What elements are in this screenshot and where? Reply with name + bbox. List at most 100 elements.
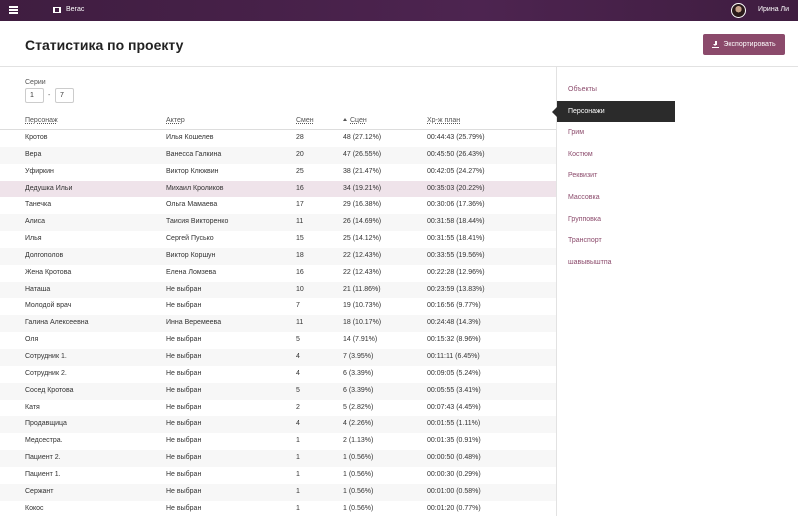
project-name[interactable]: Вегас (66, 6, 84, 13)
table-row[interactable]: Пациент 2. Не выбран 1 1 (0.56%) 00:00:50 (0… (0, 450, 556, 467)
cell-shifts: 10 (296, 285, 304, 293)
cell-timing: 00:11:11 (6.45%) (427, 352, 480, 360)
sidebar: Объекты Персонажи Грим Костюм Реквизит Массов… (552, 67, 798, 516)
cell-actor: Елена Ломзева (166, 268, 217, 276)
table-row[interactable]: Наташа Не выбран 10 21 (11.86%) 00:23:59 (13… (0, 281, 556, 299)
table-row[interactable]: Сотрудник 2. Не выбран 4 6 (3.39%) 00:09:05 … (0, 366, 556, 383)
table-row[interactable]: Продавщица Не выбран 4 4 (2.26%) 00:01:55 (1… (0, 416, 556, 434)
table-row[interactable]: Оля Не выбран 5 14 (7.91%) 00:15:32 (8.96%) (0, 332, 556, 349)
cell-shifts: 7 (296, 302, 300, 310)
sidebar-item-3[interactable]: Костюм (557, 144, 798, 166)
sidebar-item-7[interactable]: Транспорт (557, 230, 798, 252)
table-row[interactable]: Сотрудник 1. Не выбран 4 7 (3.95%) 00:11:11 … (0, 348, 556, 366)
cell-character: Илья (25, 235, 42, 243)
sidebar-item-8[interactable]: шавывыштпа (557, 252, 798, 274)
cell-actor: Виктор Клюквин (166, 167, 219, 175)
cell-shifts: 1 (296, 487, 300, 495)
cell-shifts: 1 (296, 454, 300, 462)
cell-character: Жена Кротова (25, 268, 72, 276)
cell-timing: 00:05:55 (3.41%) (427, 386, 481, 394)
sidebar-item-5[interactable]: Массовка (557, 187, 798, 209)
cell-actor: Сергей Пусько (166, 235, 214, 243)
cell-shifts: 18 (296, 251, 304, 259)
cell-character: Дедушка Ильи (25, 184, 73, 192)
table-row[interactable]: Кокос Не выбран 1 1 (0.56%) 00:01:20 (0.77%) (0, 501, 556, 516)
export-button-label: Экспортировать (723, 41, 776, 48)
cell-scenes: 47 (26.55%) (343, 150, 382, 158)
table-row[interactable]: Танечка Ольга Мамаева 17 29 (16.38%) 00:30:0… (0, 197, 556, 214)
column-header-timing[interactable]: Хр-ж план (427, 117, 460, 124)
user-avatar[interactable] (731, 3, 746, 18)
user-name[interactable]: Ирина Ли (758, 6, 789, 13)
table-row[interactable]: Долгополов Виктор Коршун 18 22 (12.43%) 00:3… (0, 247, 556, 265)
cell-actor: Не выбран (166, 403, 202, 411)
cell-shifts: 1 (296, 504, 300, 512)
cell-scenes: 14 (7.91%) (343, 336, 378, 344)
series-from-input[interactable]: 1 (25, 88, 44, 103)
cell-character: Сосед Кротова (25, 386, 74, 394)
cell-shifts: 5 (296, 386, 300, 394)
sidebar-item-1[interactable]: Персонажи (552, 100, 675, 123)
cell-actor: Не выбран (166, 352, 202, 360)
cell-scenes: 19 (10.73%) (343, 302, 382, 310)
cell-shifts: 28 (296, 134, 304, 141)
export-button[interactable]: Экспортировать (703, 34, 785, 55)
cell-actor: Не выбран (166, 487, 202, 495)
table-row[interactable]: Сосед Кротова Не выбран 5 6 (3.39%) 00:05:55… (0, 382, 556, 400)
cell-timing: 00:01:00 (0.58%) (427, 487, 481, 495)
sidebar-item-6[interactable]: Групповка (557, 209, 798, 231)
cell-scenes: 7 (3.95%) (343, 352, 374, 360)
sidebar-item-4[interactable]: Реквизит (557, 165, 798, 187)
cell-actor: Ванесса Галкина (166, 150, 222, 158)
cell-scenes: 4 (2.26%) (343, 420, 374, 428)
sidebar-nav: Объекты Персонажи Грим Костюм Реквизит Массов… (552, 79, 798, 274)
table-row[interactable]: Кротов Илья Кошелев 28 48 (27.12%) 00:44:43 … (0, 130, 556, 147)
cell-scenes: 48 (27.12%) (343, 134, 382, 141)
sidebar-item-0[interactable]: Объекты (557, 79, 798, 101)
table-row[interactable]: Жена Кротова Елена Ломзева 16 22 (12.43%) 00… (0, 265, 556, 282)
table-row[interactable]: Молодой врач Не выбран 7 19 (10.73%) 00:16:5… (0, 298, 556, 315)
cell-scenes: 6 (3.39%) (343, 386, 374, 394)
cell-character: Вера (25, 150, 42, 158)
cell-character: Танечка (25, 201, 52, 209)
series-separator: - (48, 92, 51, 99)
cell-actor: Не выбран (166, 336, 202, 344)
series-to-input[interactable]: 7 (55, 88, 74, 103)
cell-scenes: 22 (12.43%) (343, 268, 382, 276)
download-icon (712, 41, 720, 49)
table-row[interactable]: Уфиркин Виктор Клюквин 25 38 (21.47%) 00:42:… (0, 164, 556, 181)
table-row[interactable]: Алиса Таисия Викторенко 11 26 (14.69%) 00:31… (0, 214, 556, 232)
cell-scenes: 26 (14.69%) (343, 218, 382, 226)
menu-icon[interactable] (9, 6, 18, 14)
table-row[interactable]: Медсестра. Не выбран 1 2 (1.13%) 00:01:35 (0… (0, 433, 556, 450)
cell-character: Сотрудник 1. (25, 352, 67, 360)
cell-character: Молодой врач (25, 302, 72, 310)
cell-shifts: 11 (296, 319, 304, 327)
cell-actor: Не выбран (166, 369, 202, 377)
table-row[interactable]: Вера Ванесса Галкина 20 47 (26.55%) 00:45:50… (0, 146, 556, 164)
column-header-character[interactable]: Персонаж (25, 117, 58, 124)
cell-scenes: 22 (12.43%) (343, 251, 382, 259)
table-row[interactable]: Галина Алексеевна Инна Веремеева 11 18 (10.… (0, 315, 556, 333)
cell-actor: Не выбран (166, 437, 202, 445)
cell-timing: 00:07:43 (4.45%) (427, 403, 481, 411)
column-header-scenes[interactable]: Сцен (343, 117, 367, 124)
cell-actor: Илья Кошелев (166, 134, 214, 141)
column-header-actor[interactable]: Актер (166, 117, 185, 124)
cell-scenes: 5 (2.82%) (343, 403, 374, 411)
series-label: Серии (25, 79, 46, 86)
table-row[interactable]: Пациент 1. Не выбран 1 1 (0.56%) 00:00:30 (0… (0, 467, 556, 484)
cell-character: Алиса (25, 218, 46, 226)
table-row[interactable]: Катя Не выбран 2 5 (2.82%) 00:07:43 (4.45%) (0, 400, 556, 417)
cell-timing: 00:30:06 (17.36%) (427, 201, 485, 209)
table-row[interactable]: Илья Сергей Пусько 15 25 (14.12%) 00:31:55 (… (0, 231, 556, 248)
table-row[interactable]: Сержант Не выбран 1 1 (0.56%) 00:01:00 (0.58… (0, 483, 556, 501)
cell-timing: 00:00:50 (0.48%) (427, 454, 481, 462)
cell-character: Продавщица (25, 420, 67, 428)
table-row[interactable]: Дедушка Ильи Михаил Кроликов 16 34 (19.21%)… (0, 180, 556, 198)
cell-timing: 00:01:55 (1.11%) (427, 420, 481, 428)
sidebar-item-2[interactable]: Грим (557, 122, 798, 144)
cell-shifts: 11 (296, 218, 304, 226)
cell-timing: 00:23:59 (13.83%) (427, 285, 485, 293)
column-header-shifts[interactable]: Смен (296, 117, 314, 124)
